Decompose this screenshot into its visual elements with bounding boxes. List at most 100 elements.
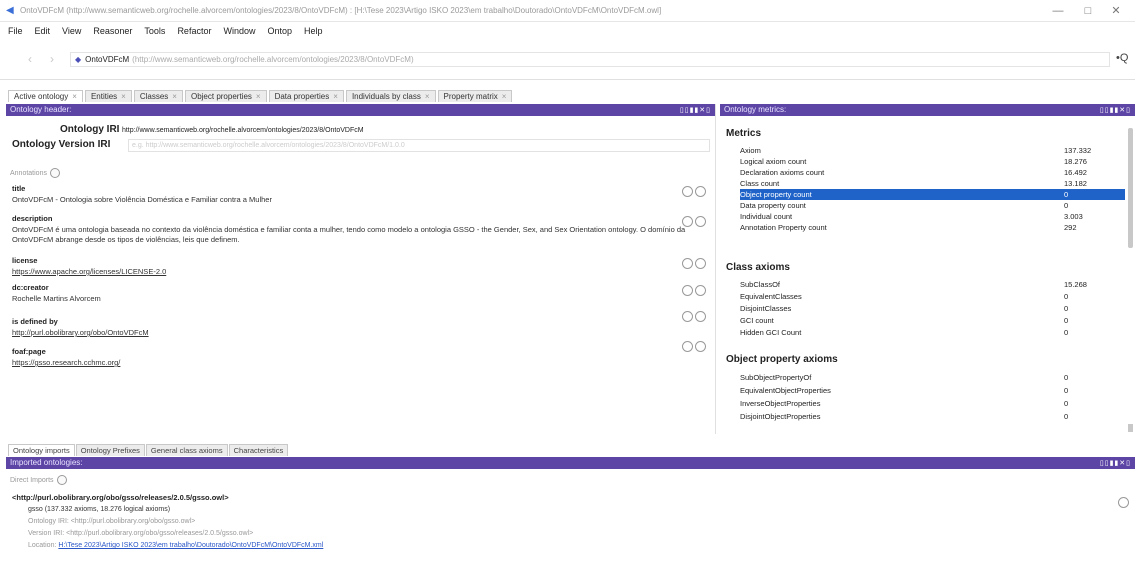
tab-individuals-by-class[interactable]: Individuals by class × bbox=[345, 90, 436, 102]
metric-value: 0 bbox=[1064, 373, 1069, 382]
edit-annotation-icon[interactable] bbox=[682, 186, 693, 197]
metric-row[interactable]: Annotation Property count 292 bbox=[740, 222, 1125, 233]
remove-import-icon[interactable] bbox=[1118, 497, 1129, 508]
view-controls-icon[interactable]: ▯▯▮▮✕▯ bbox=[1100, 105, 1131, 117]
metric-row[interactable]: Axiom 137.332 bbox=[740, 145, 1125, 156]
view-controls-icon[interactable]: ▯▯▮▮✕▯ bbox=[1100, 458, 1131, 470]
tab-property-matrix[interactable]: Property matrix × bbox=[437, 90, 513, 102]
location-link[interactable]: H:\Tese 2023\Artigo ISKO 2023\em trabalh… bbox=[58, 542, 323, 549]
metrics-scrollbar-end[interactable] bbox=[1128, 424, 1133, 432]
tab-close-icon[interactable]: × bbox=[121, 92, 126, 101]
metric-value: 0 bbox=[1064, 328, 1069, 337]
delete-annotation-icon[interactable] bbox=[695, 186, 706, 197]
menu-file[interactable]: File bbox=[8, 26, 23, 36]
metric-row[interactable]: SubObjectPropertyOf 0 bbox=[740, 372, 1125, 383]
metric-row[interactable]: Data property count 0 bbox=[740, 200, 1125, 211]
metric-row[interactable]: DisjointObjectProperties 0 bbox=[740, 411, 1125, 422]
ontology-iri-value[interactable]: http://www.semanticweb.org/rochelle.alvo… bbox=[122, 127, 364, 134]
active-ontology-selector[interactable]: ◆ OntoVDFcM (http://www.semanticweb.org/ro… bbox=[70, 52, 1110, 67]
metric-label: Axiom bbox=[740, 146, 761, 155]
metric-row[interactable]: Declaration axioms count 16.492 bbox=[740, 167, 1125, 178]
tab-close-icon[interactable]: × bbox=[333, 92, 338, 101]
back-arrow-icon[interactable]: ‹ bbox=[22, 51, 38, 67]
delete-annotation-icon[interactable] bbox=[695, 258, 706, 269]
forward-arrow-icon[interactable]: › bbox=[44, 51, 60, 67]
edit-annotation-icon[interactable] bbox=[682, 341, 693, 352]
metric-row[interactable]: GCI count 0 bbox=[740, 315, 1125, 326]
metric-row[interactable]: SubClassOf 15.268 bbox=[740, 279, 1125, 290]
metric-row[interactable]: Hidden GCI Count 0 bbox=[740, 327, 1125, 338]
annotation-property: license bbox=[12, 256, 38, 265]
minimize-button[interactable]: — bbox=[1048, 4, 1068, 18]
tab-object-properties[interactable]: Object properties × bbox=[184, 90, 267, 102]
metric-row[interactable]: DisjointClasses 0 bbox=[740, 303, 1125, 314]
annotation-item: is defined by http://purl.obolibrary.org… bbox=[12, 311, 712, 338]
tab-characteristics[interactable]: Characteristics bbox=[228, 444, 289, 456]
metric-row[interactable]: EquivalentObjectProperties 0 bbox=[740, 385, 1125, 396]
import-iri[interactable]: <http://purl.obolibrary.org/obo/gsso/rel… bbox=[12, 493, 229, 502]
tab-label: Entities bbox=[90, 92, 118, 101]
tab-close-icon[interactable]: × bbox=[256, 92, 261, 101]
annotation-property: dc:creator bbox=[12, 283, 49, 292]
import-name-line: gsso (137.332 axioms, 18.276 logical axi… bbox=[28, 506, 171, 513]
edit-annotation-icon[interactable] bbox=[682, 216, 693, 227]
edit-annotation-icon[interactable] bbox=[682, 258, 693, 269]
delete-annotation-icon[interactable] bbox=[695, 311, 706, 322]
metric-row[interactable]: InverseObjectProperties 0 bbox=[740, 398, 1125, 409]
ontology-iri-display: (http://www.semanticweb.org/rochelle.alv… bbox=[132, 55, 414, 64]
ontology-iri-row: Ontology IRI http://www.semanticweb.org/… bbox=[60, 124, 364, 135]
metric-label: SubObjectPropertyOf bbox=[740, 373, 812, 382]
metric-label: Hidden GCI Count bbox=[740, 328, 802, 337]
metric-row[interactable]: Individual count 3.003 bbox=[740, 211, 1125, 222]
annotation-value: OntoVDFcM - Ontologia sobre Violência Do… bbox=[12, 195, 272, 204]
tab-close-icon[interactable]: × bbox=[425, 92, 430, 101]
delete-annotation-icon[interactable] bbox=[695, 216, 706, 227]
menu-view[interactable]: View bbox=[62, 26, 81, 36]
tab-active-ontology[interactable]: Active ontology × bbox=[8, 90, 83, 102]
metric-value: 13.182 bbox=[1064, 179, 1087, 188]
tab-data-properties[interactable]: Data properties × bbox=[268, 90, 344, 102]
menu-ontop[interactable]: Ontop bbox=[267, 26, 292, 36]
metric-label: DisjointClasses bbox=[740, 304, 792, 313]
tab-general-class-axioms[interactable]: General class axioms bbox=[145, 444, 228, 456]
tab-ontology-imports[interactable]: Ontology imports bbox=[8, 444, 75, 456]
menu-refactor[interactable]: Refactor bbox=[177, 26, 211, 36]
edit-annotation-icon[interactable] bbox=[682, 311, 693, 322]
protege-app-icon: ◀ bbox=[6, 5, 14, 16]
tab-close-icon[interactable]: × bbox=[172, 92, 177, 101]
menu-help[interactable]: Help bbox=[304, 26, 323, 36]
delete-annotation-icon[interactable] bbox=[695, 341, 706, 352]
annotation-value-link[interactable]: https://gsso.research.cchmc.org/ bbox=[12, 358, 687, 368]
metric-label: GCI count bbox=[740, 316, 774, 325]
tab-label: Data properties bbox=[274, 92, 330, 101]
window-title: OntoVDFcM (http://www.semanticweb.org/ro… bbox=[20, 6, 662, 15]
annotation-value-link[interactable]: http://purl.obolibrary.org/obo/OntoVDFcM bbox=[12, 328, 687, 338]
annotation-value-link[interactable]: https://www.apache.org/licenses/LICENSE-… bbox=[12, 267, 687, 277]
annotation-property: foaf:page bbox=[12, 347, 46, 356]
add-annotation-icon[interactable] bbox=[49, 168, 60, 178]
version-iri-input[interactable]: e.g. http://www.semanticweb.org/rochelle… bbox=[128, 139, 710, 152]
ontology-metrics-titlebar: Ontology metrics: ▯▯▮▮✕▯ bbox=[720, 104, 1135, 116]
metrics-scrollbar-thumb[interactable] bbox=[1128, 128, 1133, 248]
menu-reasoner[interactable]: Reasoner bbox=[93, 26, 132, 36]
menu-tools[interactable]: Tools bbox=[144, 26, 165, 36]
metric-row[interactable]: EquivalentClasses 0 bbox=[740, 291, 1125, 302]
metric-row[interactable]: Logical axiom count 18.276 bbox=[740, 156, 1125, 167]
search-icon[interactable]: •Q bbox=[1116, 52, 1128, 64]
view-controls-icon[interactable]: ▯▯▮▮✕▯ bbox=[680, 105, 711, 117]
add-import-icon[interactable] bbox=[56, 475, 67, 485]
maximize-button[interactable]: □ bbox=[1078, 4, 1098, 18]
menu-window[interactable]: Window bbox=[223, 26, 255, 36]
tab-close-icon[interactable]: × bbox=[502, 92, 507, 101]
tab-ontology-prefixes[interactable]: Ontology Prefixes bbox=[75, 444, 145, 456]
metric-row-selected[interactable]: Object property count 0 bbox=[740, 189, 1125, 200]
metric-row[interactable]: Class count 13.182 bbox=[740, 178, 1125, 189]
tab-entities[interactable]: Entities × bbox=[84, 90, 132, 102]
tab-classes[interactable]: Classes × bbox=[133, 90, 183, 102]
close-window-button[interactable]: ✕ bbox=[1106, 4, 1126, 18]
delete-annotation-icon[interactable] bbox=[695, 285, 706, 296]
annotation-item: foaf:page https://gsso.research.cchmc.or… bbox=[12, 341, 712, 368]
tab-close-icon[interactable]: × bbox=[72, 92, 77, 101]
edit-annotation-icon[interactable] bbox=[682, 285, 693, 296]
menu-edit[interactable]: Edit bbox=[35, 26, 51, 36]
